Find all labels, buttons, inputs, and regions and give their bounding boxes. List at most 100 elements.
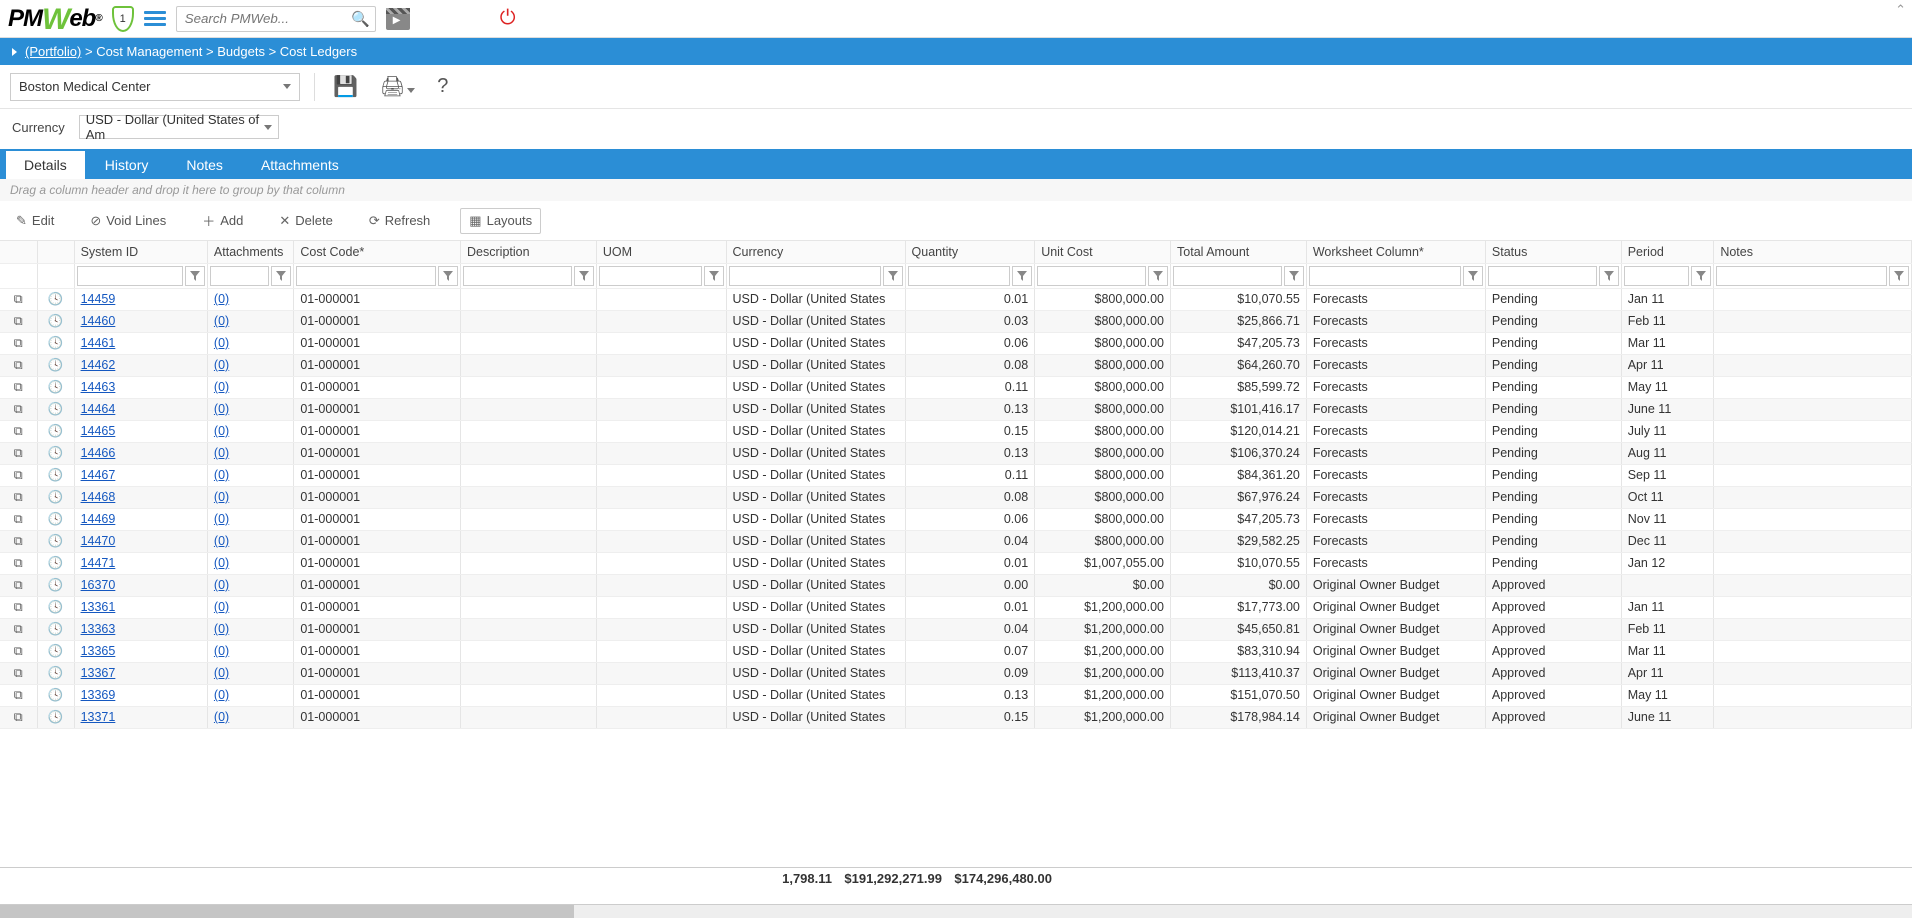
table-row[interactable]: ⧉🕓13371(0)01-000001USD - Dollar (United … bbox=[0, 706, 1912, 728]
clock-icon[interactable]: 🕓 bbox=[37, 596, 74, 618]
clock-icon[interactable]: 🕓 bbox=[37, 442, 74, 464]
currency-select[interactable]: USD - Dollar (United States of Am bbox=[79, 115, 279, 139]
filter-icon[interactable] bbox=[438, 266, 458, 286]
hierarchy-icon[interactable]: ⧉ bbox=[0, 464, 37, 486]
system-id-link[interactable]: 14463 bbox=[81, 380, 116, 394]
table-row[interactable]: ⧉🕓13367(0)01-000001USD - Dollar (United … bbox=[0, 662, 1912, 684]
print-icon[interactable]: 🖨 bbox=[376, 74, 419, 99]
attachments-link[interactable]: (0) bbox=[214, 468, 229, 482]
menu-icon[interactable] bbox=[144, 8, 166, 29]
table-row[interactable]: ⧉🕓14459(0)01-000001USD - Dollar (United … bbox=[0, 288, 1912, 310]
filter-icon[interactable] bbox=[704, 266, 724, 286]
system-id-link[interactable]: 16370 bbox=[81, 578, 116, 592]
attachments-link[interactable]: (0) bbox=[214, 402, 229, 416]
table-row[interactable]: ⧉🕓14470(0)01-000001USD - Dollar (United … bbox=[0, 530, 1912, 552]
col-header[interactable]: Unit Cost bbox=[1035, 241, 1171, 263]
hierarchy-icon[interactable]: ⧉ bbox=[0, 288, 37, 310]
clock-icon[interactable]: 🕓 bbox=[37, 684, 74, 706]
table-row[interactable]: ⧉🕓14460(0)01-000001USD - Dollar (United … bbox=[0, 310, 1912, 332]
filter-icon[interactable] bbox=[1691, 266, 1711, 286]
system-id-link[interactable]: 14461 bbox=[81, 336, 116, 350]
col-header[interactable]: Cost Code* bbox=[294, 241, 461, 263]
hierarchy-icon[interactable]: ⧉ bbox=[0, 662, 37, 684]
filter-input[interactable] bbox=[908, 266, 1011, 286]
attachments-link[interactable]: (0) bbox=[214, 556, 229, 570]
table-row[interactable]: ⧉🕓13363(0)01-000001USD - Dollar (United … bbox=[0, 618, 1912, 640]
filter-input[interactable] bbox=[296, 266, 436, 286]
breadcrumb-item[interactable]: Cost Management bbox=[96, 44, 202, 59]
table-row[interactable]: ⧉🕓14463(0)01-000001USD - Dollar (United … bbox=[0, 376, 1912, 398]
filter-icon[interactable] bbox=[1012, 266, 1032, 286]
attachments-link[interactable]: (0) bbox=[214, 380, 229, 394]
clock-icon[interactable]: 🕓 bbox=[37, 662, 74, 684]
collapse-caret-icon[interactable]: ⌃ bbox=[1895, 2, 1906, 18]
search-icon[interactable]: 🔍 bbox=[351, 10, 370, 28]
hierarchy-icon[interactable]: ⧉ bbox=[0, 420, 37, 442]
clock-icon[interactable]: 🕓 bbox=[37, 354, 74, 376]
attachments-link[interactable]: (0) bbox=[214, 688, 229, 702]
hierarchy-icon[interactable]: ⧉ bbox=[0, 530, 37, 552]
attachments-link[interactable]: (0) bbox=[214, 534, 229, 548]
system-id-link[interactable]: 14462 bbox=[81, 358, 116, 372]
system-id-link[interactable]: 14470 bbox=[81, 534, 116, 548]
attachments-link[interactable]: (0) bbox=[214, 622, 229, 636]
filter-input[interactable] bbox=[210, 266, 269, 286]
filter-icon[interactable] bbox=[1284, 266, 1304, 286]
filter-icon[interactable] bbox=[1148, 266, 1168, 286]
clock-icon[interactable]: 🕓 bbox=[37, 618, 74, 640]
hierarchy-icon[interactable]: ⧉ bbox=[0, 684, 37, 706]
hierarchy-icon[interactable]: ⧉ bbox=[0, 376, 37, 398]
filter-input[interactable] bbox=[729, 266, 881, 286]
attachments-link[interactable]: (0) bbox=[214, 358, 229, 372]
clock-icon[interactable]: 🕓 bbox=[37, 464, 74, 486]
attachments-link[interactable]: (0) bbox=[214, 314, 229, 328]
filter-input[interactable] bbox=[1173, 266, 1282, 286]
system-id-link[interactable]: 13363 bbox=[81, 622, 116, 636]
hierarchy-icon[interactable]: ⧉ bbox=[0, 640, 37, 662]
attachments-link[interactable]: (0) bbox=[214, 710, 229, 724]
filter-icon[interactable] bbox=[271, 266, 291, 286]
attachments-link[interactable]: (0) bbox=[214, 578, 229, 592]
clock-icon[interactable]: 🕓 bbox=[37, 398, 74, 420]
help-icon[interactable]: ? bbox=[433, 75, 452, 98]
attachments-link[interactable]: (0) bbox=[214, 512, 229, 526]
attachments-link[interactable]: (0) bbox=[214, 644, 229, 658]
col-header[interactable]: Total Amount bbox=[1171, 241, 1307, 263]
hierarchy-icon[interactable]: ⧉ bbox=[0, 508, 37, 530]
table-row[interactable]: ⧉🕓14462(0)01-000001USD - Dollar (United … bbox=[0, 354, 1912, 376]
filter-icon[interactable] bbox=[185, 266, 205, 286]
power-icon[interactable]: ⏻ bbox=[500, 7, 516, 30]
table-row[interactable]: ⧉🕓13365(0)01-000001USD - Dollar (United … bbox=[0, 640, 1912, 662]
breadcrumb-item[interactable]: Budgets bbox=[217, 44, 265, 59]
search-input[interactable] bbox=[176, 6, 376, 32]
system-id-link[interactable]: 13369 bbox=[81, 688, 116, 702]
col-header[interactable]: Quantity bbox=[905, 241, 1035, 263]
layouts-button[interactable]: ▦Layouts bbox=[460, 208, 541, 234]
hierarchy-icon[interactable]: ⧉ bbox=[0, 310, 37, 332]
clock-icon[interactable]: 🕓 bbox=[37, 420, 74, 442]
col-header[interactable]: Currency bbox=[726, 241, 905, 263]
system-id-link[interactable]: 13367 bbox=[81, 666, 116, 680]
hierarchy-icon[interactable]: ⧉ bbox=[0, 442, 37, 464]
clock-icon[interactable]: 🕓 bbox=[37, 552, 74, 574]
clock-icon[interactable]: 🕓 bbox=[37, 486, 74, 508]
col-header[interactable]: Attachments bbox=[207, 241, 293, 263]
system-id-link[interactable]: 14467 bbox=[81, 468, 116, 482]
filter-icon[interactable] bbox=[1599, 266, 1619, 286]
tab-attachments[interactable]: Attachments bbox=[243, 151, 357, 179]
attachments-link[interactable]: (0) bbox=[214, 424, 229, 438]
clock-icon[interactable]: 🕓 bbox=[37, 376, 74, 398]
filter-input[interactable] bbox=[599, 266, 702, 286]
tab-history[interactable]: History bbox=[87, 151, 167, 179]
attachments-link[interactable]: (0) bbox=[214, 292, 229, 306]
filter-input[interactable] bbox=[463, 266, 572, 286]
clock-icon[interactable]: 🕓 bbox=[37, 508, 74, 530]
col-header[interactable]: Description bbox=[461, 241, 597, 263]
hierarchy-icon[interactable]: ⧉ bbox=[0, 398, 37, 420]
system-id-link[interactable]: 13371 bbox=[81, 710, 116, 724]
video-icon[interactable] bbox=[386, 8, 410, 30]
hierarchy-icon[interactable]: ⧉ bbox=[0, 486, 37, 508]
clock-icon[interactable]: 🕓 bbox=[37, 706, 74, 728]
col-header[interactable]: Period bbox=[1621, 241, 1714, 263]
breadcrumb-item[interactable]: (Portfolio) bbox=[25, 44, 81, 59]
